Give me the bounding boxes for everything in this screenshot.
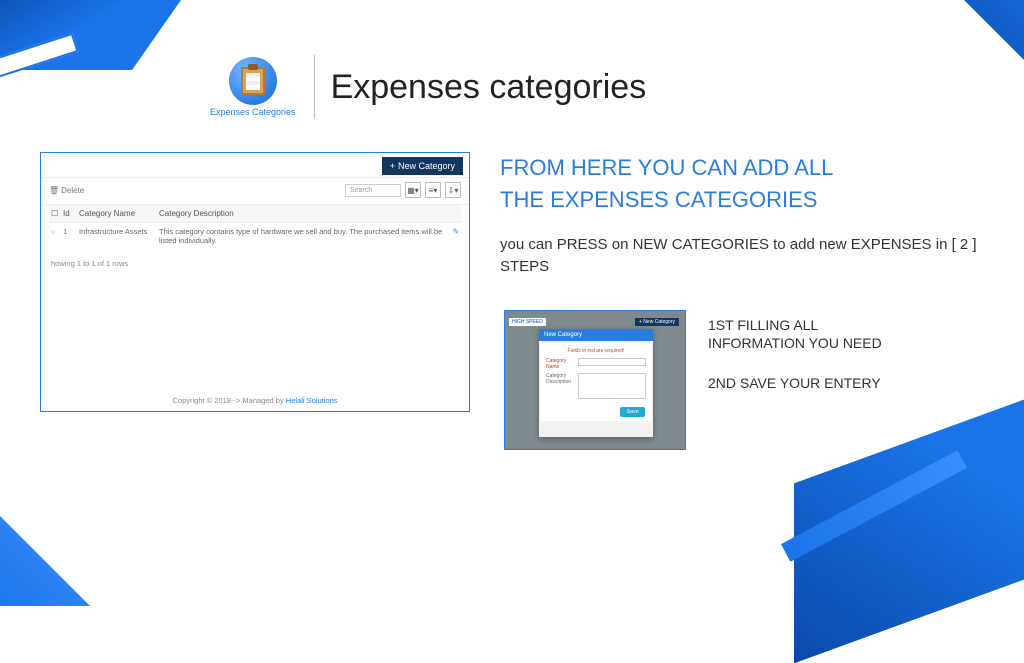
- category-name-input[interactable]: [578, 358, 646, 366]
- list-view-icon[interactable]: ≡▾: [425, 182, 441, 198]
- headline: FROM HERE YOU CAN ADD ALL THE EXPENSES C…: [500, 152, 980, 216]
- search-input[interactable]: Search: [345, 184, 401, 197]
- page-title: Expenses categories: [331, 68, 647, 107]
- mini-new-category-button[interactable]: + New Category: [635, 318, 679, 326]
- plus-icon: +: [390, 161, 395, 171]
- grid-view-icon[interactable]: ▦▾: [405, 182, 421, 198]
- delete-label: Delete: [61, 186, 84, 195]
- header: Expenses Categories Expenses categories: [210, 55, 646, 119]
- row-name: Infrastructure Assets: [79, 227, 159, 245]
- decor-bottom-left: [0, 486, 90, 606]
- copyright-footer: Copyright © 2018--> Managed by Helali So…: [41, 396, 469, 405]
- col-id: Id: [63, 209, 79, 218]
- export-icon[interactable]: ⇩▾: [445, 182, 461, 198]
- footer-link[interactable]: Helali Solutions: [286, 396, 338, 405]
- field-label-name: Category Name: [546, 358, 574, 370]
- description-column: FROM HERE YOU CAN ADD ALL THE EXPENSES C…: [500, 152, 980, 277]
- headline-line1: FROM HERE YOU CAN ADD ALL: [500, 155, 833, 180]
- row-checkbox[interactable]: ○: [51, 227, 63, 245]
- categories-list-screenshot: + New Category 🗑 Delete Search ▦▾ ≡▾ ⇩▾ …: [40, 152, 470, 412]
- table-header: ☐ Id Category Name Category Description: [49, 205, 461, 222]
- modal-title: New Category: [539, 329, 653, 341]
- decor-top-right: [934, 0, 1024, 90]
- steps-column: 1ST FILLING ALL INFORMATION YOU NEED 2ND…: [708, 310, 908, 450]
- save-button[interactable]: Save: [620, 407, 645, 417]
- modal: New Category Fields in red are required!…: [539, 329, 653, 437]
- trash-icon: 🗑: [49, 186, 59, 195]
- subline: you can PRESS on NEW CATEGORIES to add n…: [500, 234, 980, 278]
- row-desc: This category contains type of hardware …: [159, 227, 445, 245]
- expenses-categories-icon-block: Expenses Categories: [210, 57, 296, 117]
- modal-required-note: Fields in red are required!: [546, 348, 646, 354]
- new-category-modal-screenshot: HIGH SPEED + New Category New Category F…: [504, 310, 686, 450]
- delete-button[interactable]: 🗑 Delete: [49, 186, 84, 195]
- new-category-button[interactable]: + New Category: [382, 157, 463, 175]
- showing-text: howing 1 to 1 of 1 rows: [49, 249, 461, 268]
- new-category-label: New Category: [398, 161, 455, 171]
- col-desc: Category Description: [159, 209, 459, 218]
- lower-row: HIGH SPEED + New Category New Category F…: [504, 310, 908, 450]
- edit-icon[interactable]: ✎: [445, 227, 459, 245]
- col-name: Category Name: [79, 209, 159, 218]
- row-id: 1: [63, 227, 79, 245]
- step-1: 1ST FILLING ALL INFORMATION YOU NEED: [708, 316, 908, 352]
- icon-caption: Expenses Categories: [210, 107, 296, 117]
- clipboard-icon: [229, 57, 277, 105]
- mini-logo: HIGH SPEED: [509, 318, 546, 326]
- step-2: 2ND SAVE YOUR ENTERY: [708, 374, 908, 392]
- divider: [314, 55, 315, 119]
- footer-prefix: Copyright © 2018--> Managed by: [172, 396, 285, 405]
- checkbox-header[interactable]: ☐: [51, 209, 63, 218]
- headline-line2: THE EXPENSES CATEGORIES: [500, 187, 817, 212]
- table-row[interactable]: ○ 1 Infrastructure Assets This category …: [49, 222, 461, 249]
- category-desc-input[interactable]: [578, 373, 646, 399]
- field-label-desc: Category Description: [546, 373, 574, 399]
